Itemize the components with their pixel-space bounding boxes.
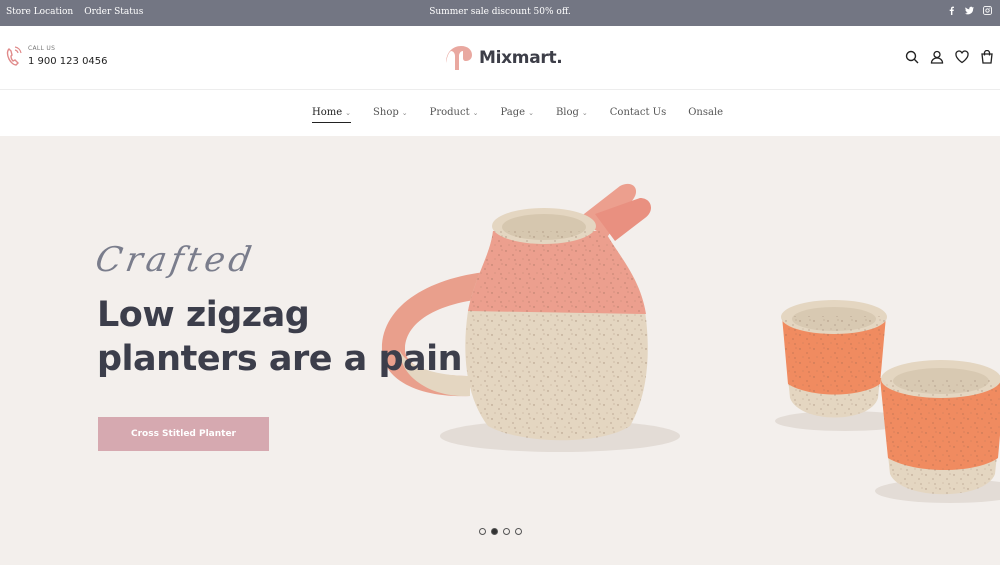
slider-dots [479,528,522,535]
nav-item-onsale[interactable]: Onsale [688,107,723,118]
logo[interactable]: Mixmart. [444,43,563,73]
cart-icon[interactable] [980,50,994,64]
nav-item-page[interactable]: Page ⌄ [501,107,534,118]
facebook-icon[interactable] [947,6,956,15]
user-icon[interactable] [930,50,944,64]
call-us-label: CALL US [28,45,56,52]
phone-icon [6,46,22,66]
nav-item-blog[interactable]: Blog ⌄ [556,107,588,118]
chevron-down-icon: ⌄ [472,109,479,117]
nav-item-contact[interactable]: Contact Us [610,107,666,118]
chevron-down-icon: ⌄ [345,109,352,117]
hero-headline-line: Low zigzag [97,295,310,335]
hero-cta-button[interactable]: Cross Stitled Planter [98,417,269,451]
nav-item-shop[interactable]: Shop ⌄ [373,107,408,118]
search-icon[interactable] [905,50,919,64]
twitter-icon[interactable] [965,6,974,15]
hero-headline-line: planters are a pain [97,339,463,379]
chevron-down-icon: ⌄ [528,109,534,117]
chevron-down-icon: ⌄ [581,109,588,117]
hero-script-text: Crafted [92,240,259,280]
main-nav: Home ⌄ Shop ⌄ Product ⌄ Page ⌄ Blog ⌄ Contact… [0,90,1000,136]
slider-dot-4[interactable] [515,528,522,535]
hero-headline: Low zigzag planters are a pain [97,293,463,381]
call-us: CALL US 1 900 123 0456 [6,45,108,67]
promo-text: Summer sale discount 50% off. [429,7,571,17]
nav-item-label: Blog [555,107,579,118]
brand-name: Mixmart. [479,48,563,68]
phone-number[interactable]: 1 900 123 0456 [28,56,108,67]
nav-item-label: Onsale [688,107,724,118]
nav-item-label: Page [500,107,526,118]
slider-dot-2[interactable] [491,528,498,535]
top-bar: Store Location Order Status Summer sale … [0,0,1000,26]
social-links [947,6,992,15]
nav-list: Home ⌄ Shop ⌄ Product ⌄ Page ⌄ Blog ⌄ Contact… [312,107,745,123]
chevron-down-icon: ⌄ [401,109,408,117]
nav-item-product[interactable]: Product ⌄ [430,107,479,118]
header-icons [905,50,994,64]
nav-item-home[interactable]: Home ⌄ [312,107,352,123]
logo-mark-icon [446,46,472,70]
slider-dot-1[interactable] [479,528,486,535]
nav-item-label: Contact Us [609,107,667,118]
heart-icon[interactable] [955,50,969,64]
nav-item-label: Product [429,107,470,118]
site-header: CALL US 1 900 123 0456 Mixmart. [0,26,1000,90]
hero-slider: Crafted Low zigzag planters are a pain C… [0,136,1000,565]
instagram-icon[interactable] [983,6,992,15]
nav-item-label: Home [312,107,343,118]
nav-item-label: Shop [373,107,399,118]
slider-dot-3[interactable] [503,528,510,535]
